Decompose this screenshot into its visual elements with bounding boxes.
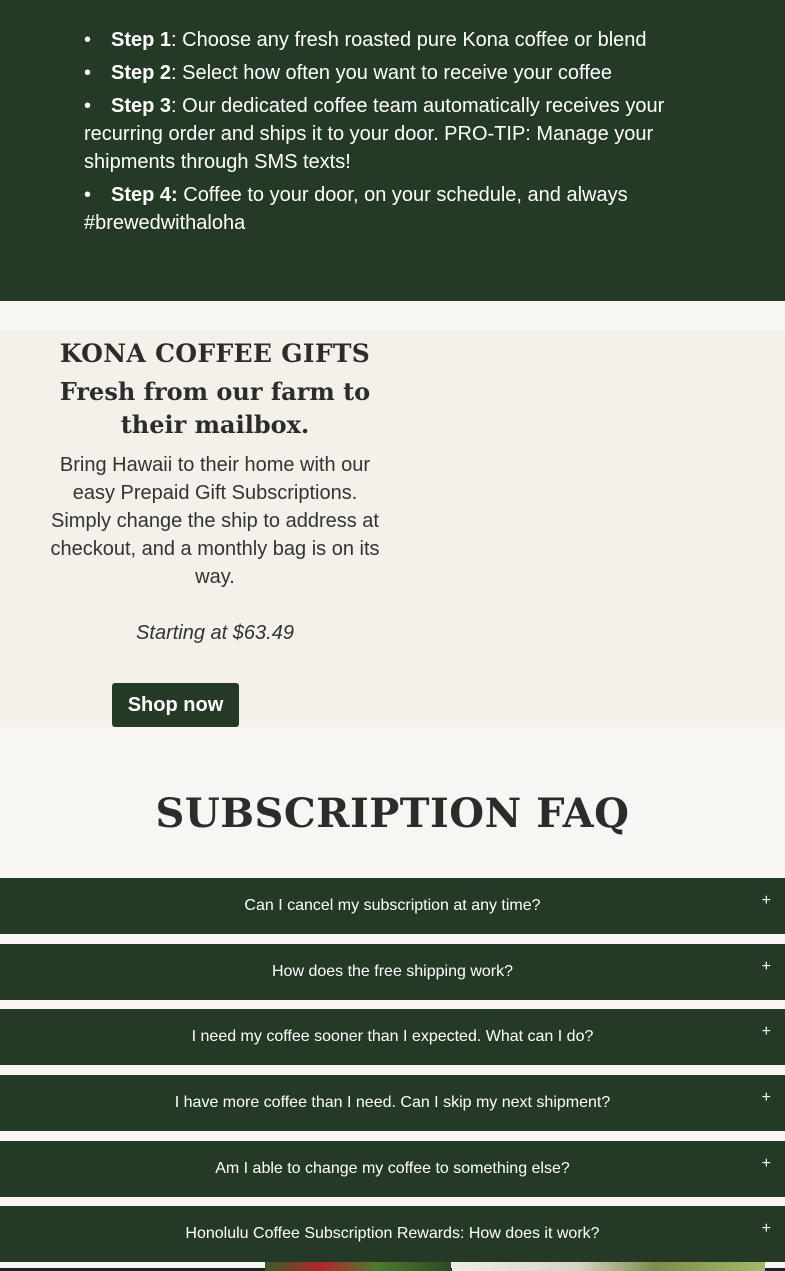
gifts-description: Bring Hawaii to their home with our easy… xyxy=(50,454,380,588)
step-2-text: Select how often you want to receive you… xyxy=(176,62,613,84)
faq-item-rewards[interactable]: Honolulu Coffee Subscription Rewards: Ho… xyxy=(0,1206,785,1262)
expand-plus-icon[interactable]: + xyxy=(762,1023,771,1041)
faq-item-sooner[interactable]: I need my coffee sooner than I expected.… xyxy=(0,1009,785,1065)
faq-item-skip-shipment[interactable]: I have more coffee than I need. Can I sk… xyxy=(0,1075,785,1131)
faq-item-free-shipping[interactable]: How does the free shipping work? + xyxy=(0,944,785,1000)
faq-question[interactable]: Honolulu Coffee Subscription Rewards: Ho… xyxy=(0,1206,785,1262)
step-1: • Step 1: Choose any fresh roasted pure K… xyxy=(84,26,684,54)
gifts-kicker: KONA COFFEE GIFTS xyxy=(59,339,371,368)
shop-now-button[interactable]: Shop now xyxy=(112,683,239,727)
step-1-text: Choose any fresh roasted pure Kona coffe… xyxy=(176,29,647,51)
faq-question[interactable]: How does the free shipping work? xyxy=(0,944,785,1000)
bullet-icon: • xyxy=(84,29,92,51)
coffee-cherries-image xyxy=(265,1262,451,1271)
coffee-farm-image xyxy=(452,1262,765,1271)
gifts-starting-price: Starting at $63.49 xyxy=(136,622,294,644)
expand-plus-icon[interactable]: + xyxy=(762,1089,771,1107)
step-2-label: Step 2 xyxy=(111,62,172,84)
faq-question[interactable]: I have more coffee than I need. Can I sk… xyxy=(0,1075,785,1131)
bullet-icon: • xyxy=(84,184,92,206)
expand-plus-icon[interactable]: + xyxy=(762,958,771,976)
expand-plus-icon[interactable]: + xyxy=(762,892,771,910)
bullet-icon: • xyxy=(84,62,92,84)
step-3: • Step 3: Our dedicated coffee team autom… xyxy=(84,92,684,176)
subscription-steps-section: • Step 1: Choose any fresh roasted pure K… xyxy=(0,0,785,301)
faq-question[interactable]: Can I cancel my subscription at any time… xyxy=(0,878,785,934)
section-divider xyxy=(0,301,785,331)
step-2: • Step 2: Select how often you want to re… xyxy=(84,59,684,87)
faq-question[interactable]: Am I able to change my coffee to somethi… xyxy=(0,1141,785,1197)
kona-coffee-gifts-section: KONA COFFEE GIFTS Fresh from our farm to… xyxy=(0,331,785,727)
gifts-headline: Fresh from our farm to their mailbox. xyxy=(59,377,371,439)
step-3-label: Step 3 xyxy=(111,95,172,117)
steps-list: • Step 1: Choose any fresh roasted pure K… xyxy=(84,26,684,242)
faq-item-cancel[interactable]: Can I cancel my subscription at any time… xyxy=(0,878,785,934)
faq-item-change-coffee[interactable]: Am I able to change my coffee to somethi… xyxy=(0,1141,785,1197)
step-4-label: Step 4: xyxy=(111,184,178,206)
expand-plus-icon[interactable]: + xyxy=(762,1220,771,1238)
faq-question[interactable]: I need my coffee sooner than I expected.… xyxy=(0,1009,785,1065)
footer-image-strip xyxy=(0,1262,785,1271)
step-4: • Step 4: Coffee to your door, on your sc… xyxy=(84,181,684,237)
expand-plus-icon[interactable]: + xyxy=(762,1155,771,1173)
bullet-icon: • xyxy=(84,95,92,117)
gifts-content: KONA COFFEE GIFTS Fresh from our farm to… xyxy=(40,331,390,647)
step-1-label: Step 1 xyxy=(111,29,172,51)
faq-title: SUBSCRIPTION FAQ xyxy=(155,790,630,837)
